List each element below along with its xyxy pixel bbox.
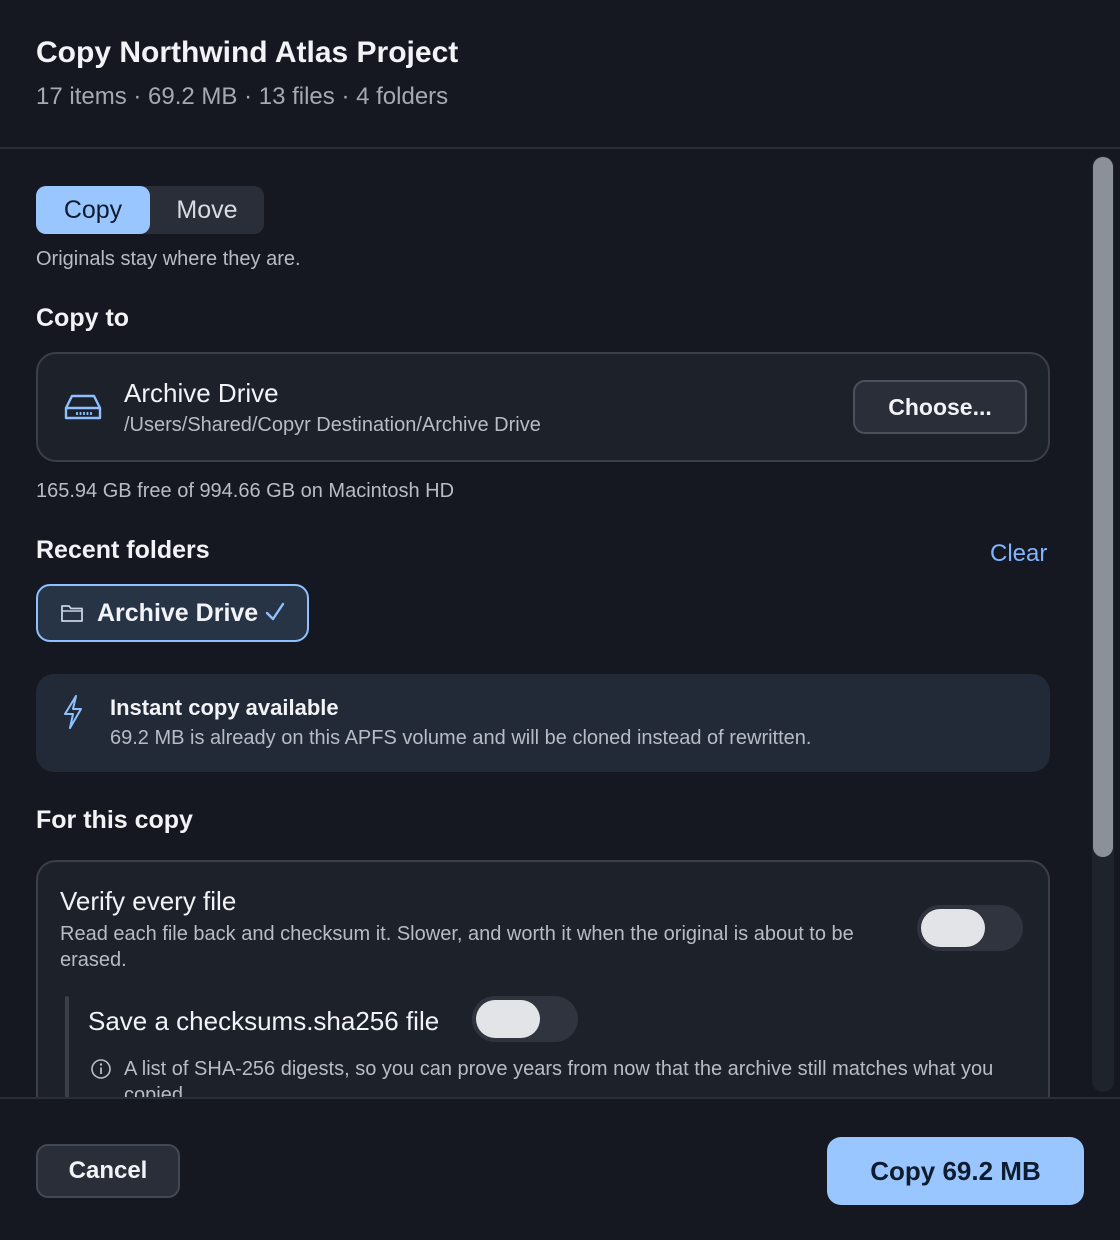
folder-icon bbox=[61, 605, 83, 622]
bolt-icon bbox=[64, 695, 82, 729]
dialog-content[interactable]: Copy Move Originals stay where they are.… bbox=[0, 151, 1120, 1097]
choose-button[interactable]: Choose... bbox=[853, 380, 1027, 434]
dialog-title: Copy Northwind Atlas Project bbox=[36, 36, 459, 69]
external-drive-icon bbox=[64, 394, 102, 420]
verify-toggle[interactable] bbox=[917, 905, 1023, 951]
destination-heading: Copy to bbox=[36, 304, 130, 332]
checkmark-icon bbox=[265, 602, 285, 621]
cancel-button[interactable]: Cancel bbox=[36, 1144, 180, 1198]
mode-copy-segment[interactable]: Copy bbox=[36, 186, 150, 234]
destination-card: Archive Drive /Users/Shared/Copyr Destin… bbox=[36, 352, 1050, 462]
scrollbar-thumb[interactable] bbox=[1093, 157, 1113, 857]
destination-path: /Users/Shared/Copyr Destination/Archive … bbox=[124, 414, 541, 436]
recent-folder-chip[interactable]: Archive Drive bbox=[36, 584, 309, 642]
instant-copy-body: 69.2 MB is already on this APFS volume a… bbox=[110, 727, 812, 749]
destination-name: Archive Drive bbox=[124, 378, 279, 408]
checksums-toggle[interactable] bbox=[472, 996, 578, 1042]
info-icon bbox=[91, 1059, 111, 1079]
copy-button[interactable]: Copy 69.2 MB bbox=[827, 1137, 1084, 1205]
mode-segmented-control[interactable]: Copy Move bbox=[36, 186, 264, 234]
options-card: Verify every file Read each file back an… bbox=[36, 860, 1050, 1097]
instant-copy-banner: Instant copy available 69.2 MB is alread… bbox=[36, 674, 1050, 772]
dialog-header: Copy Northwind Atlas Project 17 items · … bbox=[0, 0, 1120, 149]
verify-title: Verify every file bbox=[60, 886, 237, 916]
dialog-summary: 17 items · 69.2 MB · 13 files · 4 folder… bbox=[36, 83, 449, 110]
checksums-title: Save a checksums.sha256 file bbox=[88, 1006, 440, 1036]
instant-copy-title: Instant copy available bbox=[110, 695, 339, 720]
checksums-toggle-knob bbox=[476, 1000, 540, 1038]
options-heading: For this copy bbox=[36, 806, 193, 834]
sub-option-rule bbox=[65, 996, 69, 1097]
dialog-footer: Cancel Copy 69.2 MB bbox=[0, 1097, 1120, 1240]
recent-folders-heading: Recent folders bbox=[36, 536, 210, 564]
verify-toggle-knob bbox=[921, 909, 985, 947]
clear-recent-link[interactable]: Clear bbox=[990, 540, 1047, 568]
mode-hint: Originals stay where they are. bbox=[36, 248, 301, 270]
checksums-description: A list of SHA-256 digests, so you can pr… bbox=[124, 1058, 994, 1097]
mode-move-segment[interactable]: Move bbox=[150, 186, 264, 234]
recent-folder-label: Archive Drive bbox=[97, 599, 259, 627]
verify-description: Read each file back and checksum it. Slo… bbox=[60, 923, 854, 971]
free-space-label: 165.94 GB free of 994.66 GB on Macintosh… bbox=[36, 480, 455, 502]
